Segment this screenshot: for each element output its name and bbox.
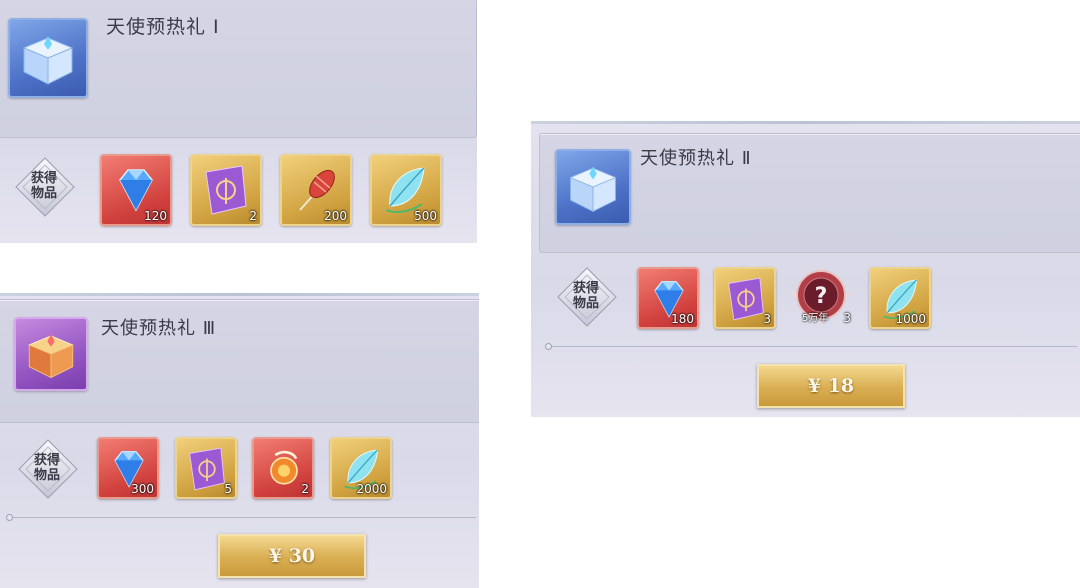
svg-text:?: ?	[815, 284, 828, 309]
reward-item[interactable]: 5	[175, 437, 237, 499]
obtain-items-badge: 获得 物品	[18, 439, 78, 499]
price-button[interactable]: ¥ 18	[757, 364, 905, 408]
pack-title: 天使预热礼 Ⅲ	[101, 318, 217, 339]
divider	[6, 514, 476, 521]
pack-title: 天使预热礼 Ⅱ	[640, 148, 752, 169]
purple-card-icon	[205, 165, 247, 215]
reward-item[interactable]: 300	[97, 437, 159, 499]
obtain-items-badge: 获得 物品	[15, 157, 75, 217]
reward-item[interactable]: ? 5万年 3	[789, 263, 853, 327]
reward-item[interactable]: 1000	[869, 267, 931, 329]
reward-item[interactable]: 200	[280, 154, 352, 226]
reward-item[interactable]: 3	[714, 267, 776, 329]
gift-pack-panel-3: 天使预热礼 Ⅲ 获得 物品 300 5 2 2000 ¥ 30	[0, 293, 479, 588]
reward-item[interactable]: 500	[370, 154, 442, 226]
chest-icon	[555, 149, 631, 225]
reward-item[interactable]: 120	[100, 154, 172, 226]
pack-title: 天使预热礼 Ⅰ	[106, 16, 220, 38]
obtain-items-badge: 获得 物品	[557, 267, 617, 327]
price-button[interactable]: ¥ 30	[218, 534, 366, 578]
gift-pack-panel-2: 天使预热礼 Ⅱ 获得 物品 180 3 ? 5万年 3 1000 ¥ 18	[531, 121, 1080, 417]
chest-icon	[14, 317, 88, 391]
divider	[545, 343, 1077, 350]
reward-item[interactable]: 2	[252, 437, 314, 499]
gift-pack-panel-1: 天使预热礼 Ⅰ 获得 物品 120 2 200 500	[0, 0, 477, 243]
chest-icon	[8, 18, 88, 98]
reward-item[interactable]: 2	[190, 154, 262, 226]
reward-item[interactable]: 180	[637, 267, 699, 329]
reward-item[interactable]: 2000	[330, 437, 392, 499]
